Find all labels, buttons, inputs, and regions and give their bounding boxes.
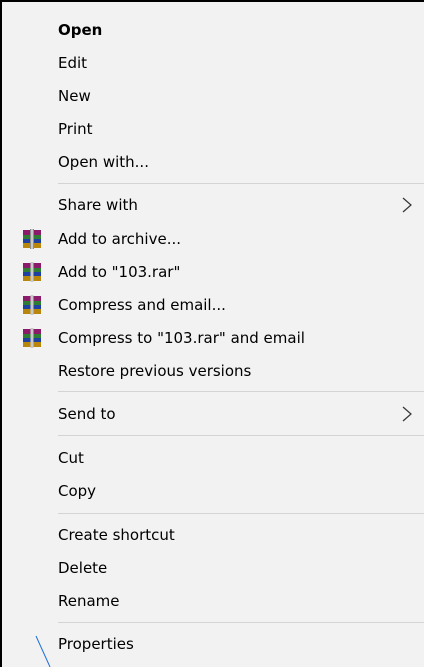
menu-item-label: Share with: [58, 196, 138, 214]
menu-item-new[interactable]: New: [2, 81, 424, 111]
menu-item-label: Copy: [58, 482, 97, 500]
menu-item-label: Create shortcut: [58, 526, 175, 544]
menu-item-label: Add to "103.rar": [58, 263, 181, 281]
menu-separator: [58, 391, 424, 392]
chevron-right-icon: [402, 197, 412, 213]
menu-item-open-with[interactable]: Open with...: [2, 147, 424, 177]
menu-item-label: Properties: [58, 635, 134, 653]
menu-item-open[interactable]: Open: [2, 15, 424, 45]
menu-item-label: Delete: [58, 559, 108, 577]
menu-item-add-to-103-rar[interactable]: Add to "103.rar": [2, 257, 424, 287]
context-menu: Open Edit New Print Open with... Share w…: [2, 2, 424, 667]
menu-item-print[interactable]: Print: [2, 114, 424, 144]
menu-item-share-with[interactable]: Share with: [2, 190, 424, 220]
menu-item-label: New: [58, 87, 91, 105]
menu-separator: [58, 183, 424, 184]
menu-item-compress-to-103-rar-and-email[interactable]: Compress to "103.rar" and email: [2, 323, 424, 353]
menu-item-label: Edit: [58, 54, 88, 72]
menu-separator: [58, 622, 424, 623]
menu-item-label: Print: [58, 120, 93, 138]
menu-item-label: Rename: [58, 592, 120, 610]
menu-item-label: Send to: [58, 405, 116, 423]
menu-item-label: Restore previous versions: [58, 362, 252, 380]
menu-item-edit[interactable]: Edit: [2, 48, 424, 78]
menu-item-copy[interactable]: Copy: [2, 476, 424, 506]
winrar-icon: [23, 262, 41, 282]
menu-item-add-to-archive[interactable]: Add to archive...: [2, 224, 424, 254]
winrar-icon: [23, 328, 41, 348]
menu-separator: [58, 435, 424, 436]
menu-item-create-shortcut[interactable]: Create shortcut: [2, 520, 424, 550]
winrar-icon: [23, 229, 41, 249]
menu-item-label: Compress and email...: [58, 296, 226, 314]
menu-item-label: Cut: [58, 449, 84, 467]
menu-item-label: Add to archive...: [58, 230, 181, 248]
menu-item-restore-previous-versions[interactable]: Restore previous versions: [2, 356, 424, 386]
menu-item-cut[interactable]: Cut: [2, 443, 424, 473]
menu-item-compress-and-email[interactable]: Compress and email...: [2, 290, 424, 320]
menu-item-label: Compress to "103.rar" and email: [58, 329, 305, 347]
chevron-right-icon: [402, 406, 412, 422]
menu-separator: [58, 513, 424, 514]
menu-item-delete[interactable]: Delete: [2, 553, 424, 583]
menu-item-send-to[interactable]: Send to: [2, 399, 424, 429]
menu-item-rename[interactable]: Rename: [2, 586, 424, 616]
winrar-icon: [23, 295, 41, 315]
menu-item-properties[interactable]: Properties: [2, 629, 424, 659]
menu-item-label: Open with...: [58, 153, 149, 171]
menu-item-label: Open: [58, 21, 103, 39]
